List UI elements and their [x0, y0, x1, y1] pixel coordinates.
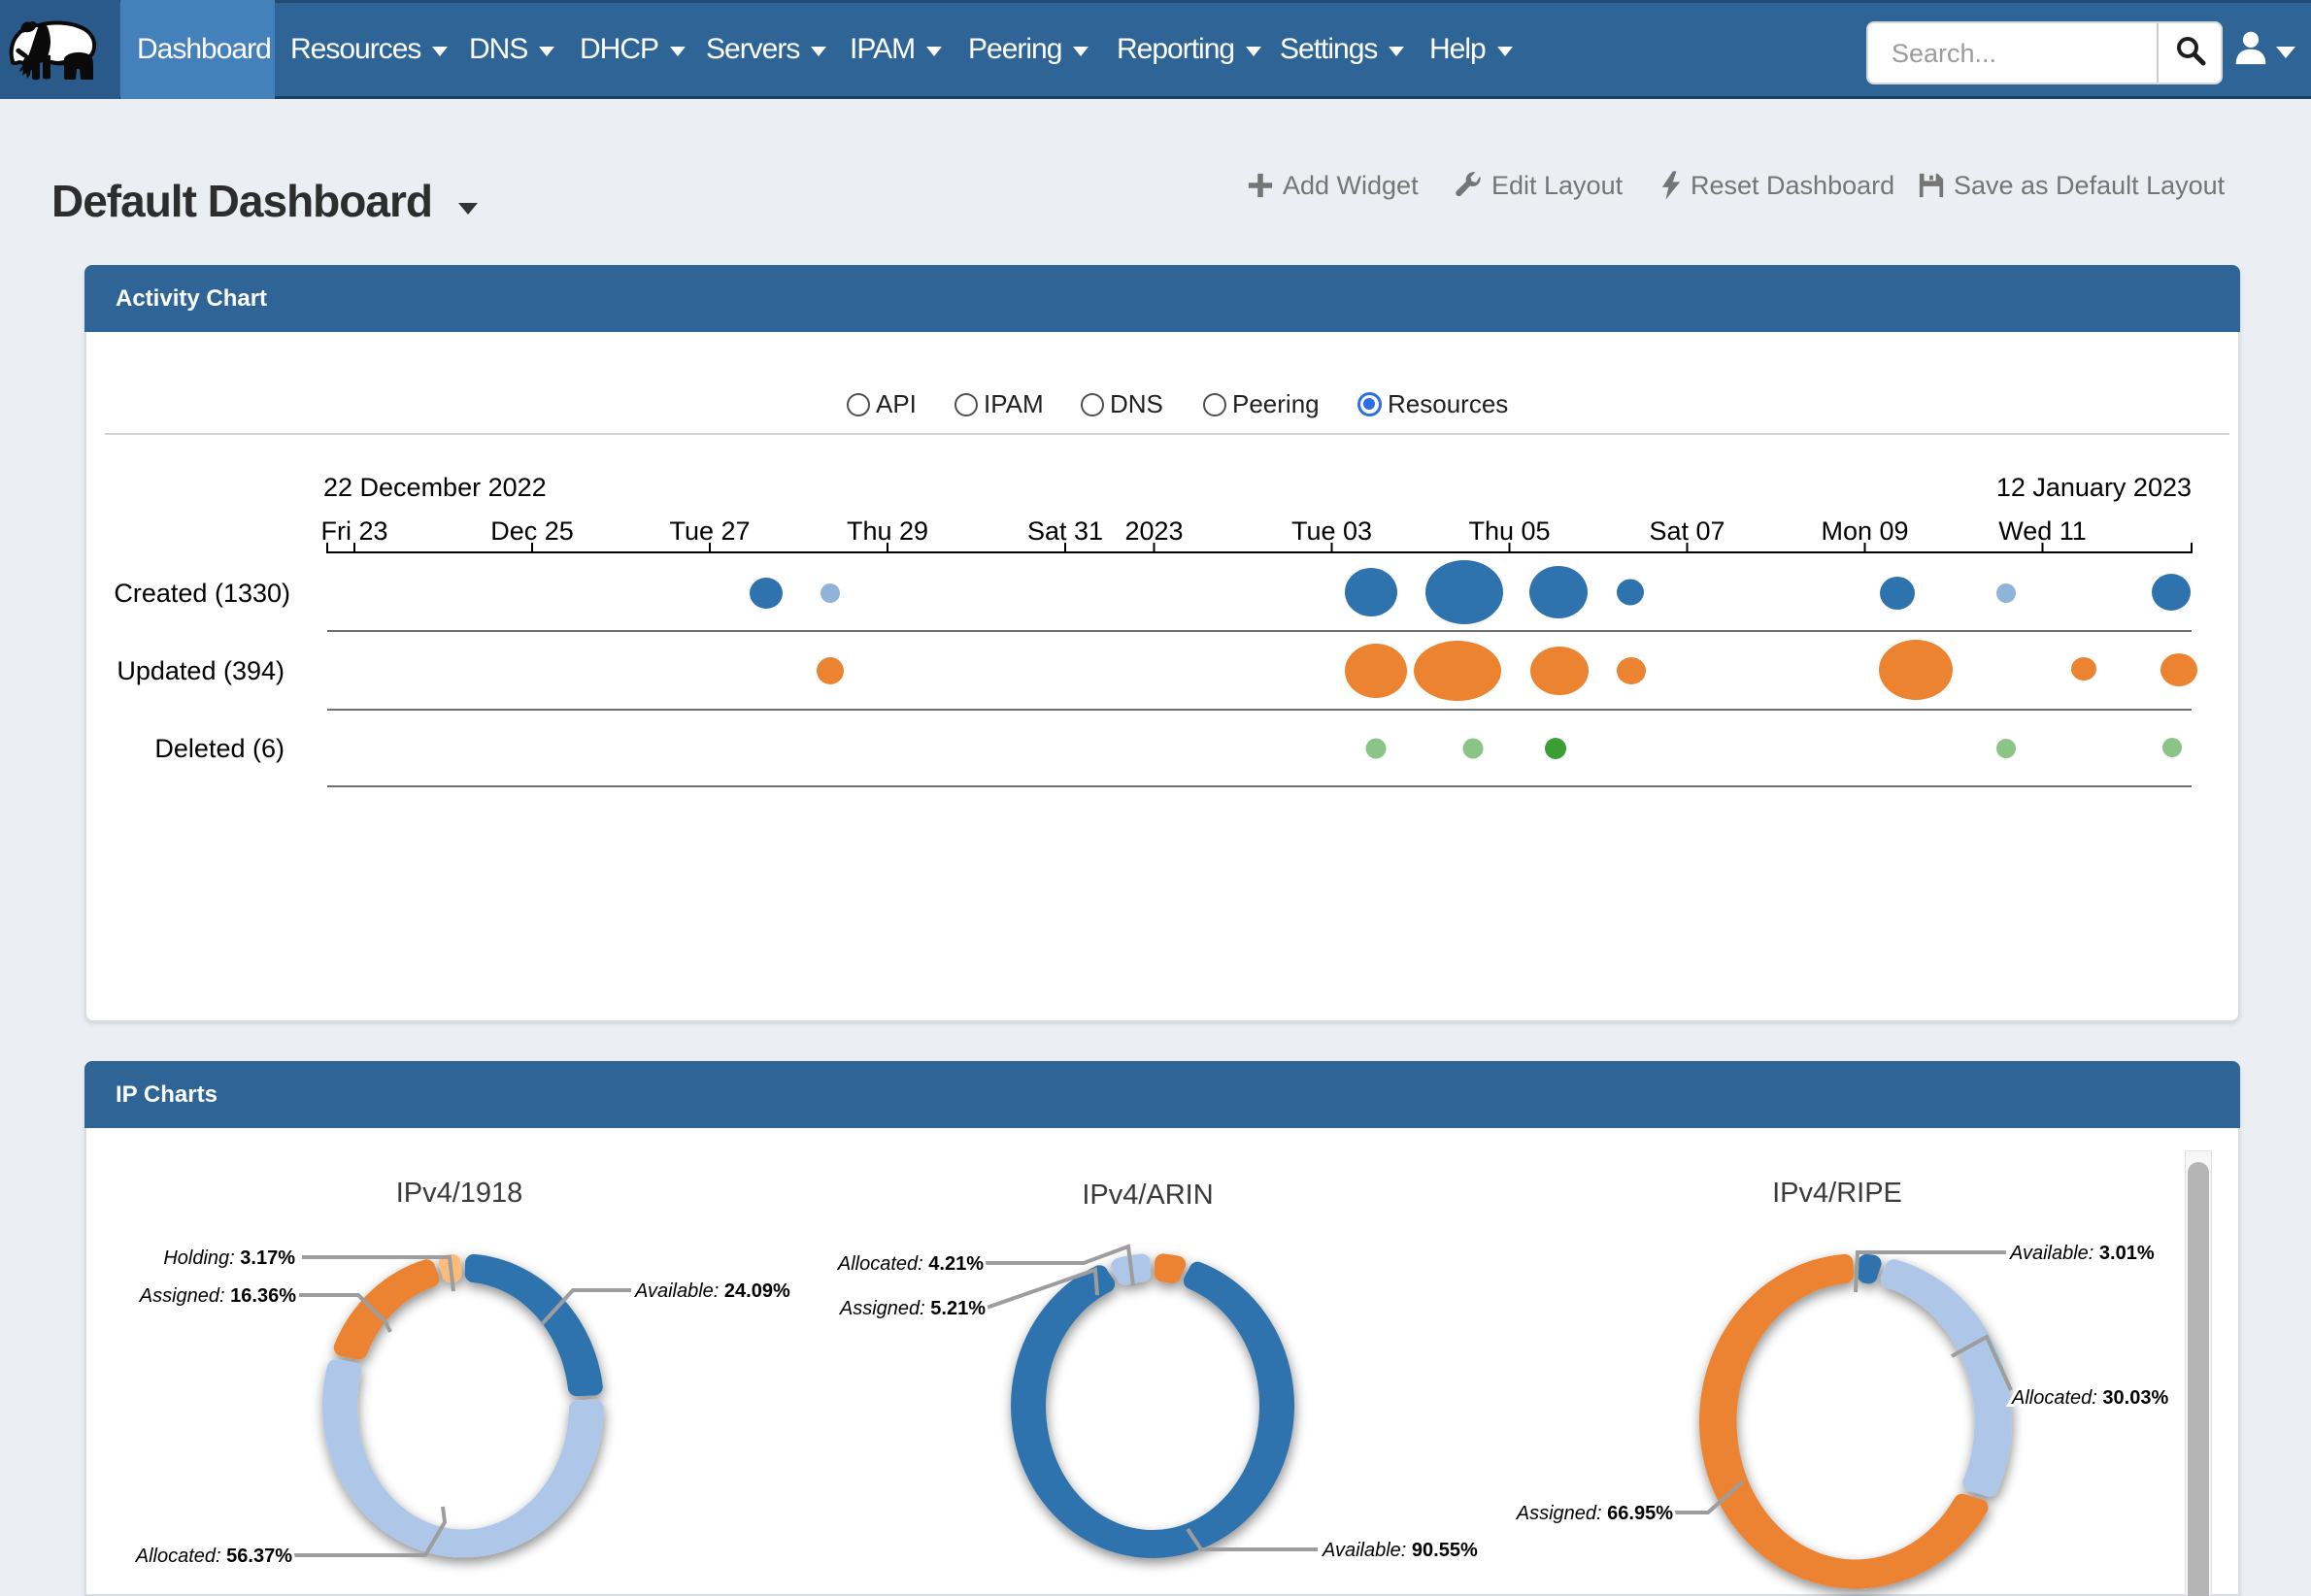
svg-text:12 January 2023: 12 January 2023	[1996, 473, 2192, 502]
svg-text:IPv4/RIPE: IPv4/RIPE	[1772, 1178, 1902, 1209]
svg-text:Available: 24.09%: Available: 24.09%	[634, 1280, 790, 1302]
svg-text:22 December 2022: 22 December 2022	[323, 473, 547, 502]
svg-text:IPv4/ARIN: IPv4/ARIN	[1082, 1180, 1213, 1211]
svg-text:Allocated: 56.37%: Allocated: 56.37%	[135, 1546, 292, 1567]
svg-text:Available: 90.55%: Available: 90.55%	[1322, 1540, 1478, 1561]
svg-text:Allocated: 4.21%: Allocated: 4.21%	[837, 1253, 984, 1275]
svg-text:Dec 25: Dec 25	[490, 516, 574, 546]
svg-text:Updated (394): Updated (394)	[117, 656, 285, 685]
svg-text:Sat 31: Sat 31	[1027, 516, 1103, 546]
svg-text:Mon 09: Mon 09	[1821, 516, 1908, 546]
svg-text:Sat 07: Sat 07	[1649, 516, 1725, 546]
svg-text:Available: 3.01%: Available: 3.01%	[2009, 1243, 2155, 1264]
svg-text:Thu 29: Thu 29	[847, 516, 928, 546]
svg-text:Created (1330): Created (1330)	[114, 579, 290, 608]
svg-text:Assigned: 5.21%: Assigned: 5.21%	[839, 1298, 986, 1319]
svg-text:Fri 23: Fri 23	[320, 516, 387, 546]
svg-text:2023: 2023	[1124, 516, 1183, 546]
svg-text:Holding: 3.17%: Holding: 3.17%	[163, 1247, 295, 1269]
svg-text:Allocated: 30.03%: Allocated: 30.03%	[2011, 1387, 2168, 1409]
svg-text:Tue 27: Tue 27	[669, 516, 750, 546]
svg-text:Tue 03: Tue 03	[1291, 516, 1372, 546]
svg-text:Assigned: 66.95%: Assigned: 66.95%	[1516, 1503, 1673, 1524]
svg-text:Thu 05: Thu 05	[1468, 516, 1550, 546]
svg-text:Wed 11: Wed 11	[1998, 516, 2087, 546]
svg-text:IPv4/1918: IPv4/1918	[396, 1178, 523, 1209]
svg-text:Deleted (6): Deleted (6)	[154, 734, 285, 763]
svg-text:Assigned: 16.36%: Assigned: 16.36%	[139, 1285, 296, 1307]
